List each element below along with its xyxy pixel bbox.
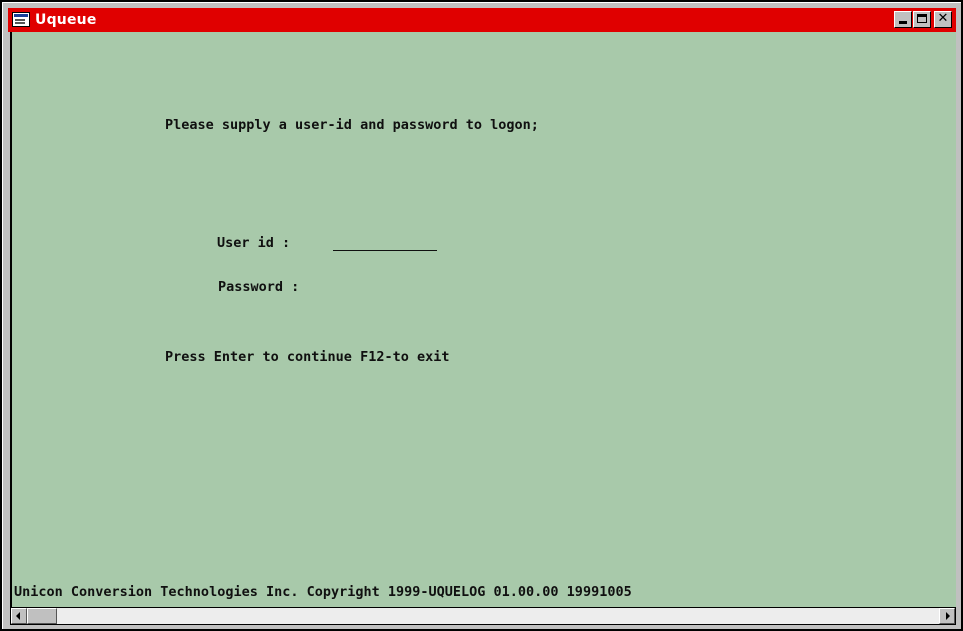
close-button[interactable]: ✕	[934, 11, 952, 28]
scroll-right-button[interactable]	[939, 608, 955, 624]
terminal-screen[interactable]: Please supply a user-id and password to …	[10, 32, 956, 607]
minimize-button[interactable]	[894, 11, 912, 28]
minimize-icon	[899, 21, 907, 24]
horizontal-scrollbar[interactable]	[10, 607, 956, 625]
application-window: Uqueue ✕ Please supply a user-id and pas…	[0, 0, 963, 631]
title-bar[interactable]: Uqueue ✕	[8, 8, 956, 32]
arrow-right-icon	[946, 612, 950, 620]
terminal-app-icon[interactable]	[12, 12, 30, 27]
arrow-left-icon	[16, 612, 20, 620]
close-icon: ✕	[937, 11, 949, 26]
scroll-thumb[interactable]	[27, 608, 57, 624]
user-id-input[interactable]	[333, 234, 437, 251]
window-title: Uqueue	[35, 12, 97, 28]
copyright-text: Unicon Conversion Technologies Inc. Copy…	[14, 584, 632, 600]
instructions-text: Press Enter to continue F12-to exit	[165, 349, 450, 365]
maximize-button[interactable]	[913, 11, 931, 28]
password-label: Password :	[218, 279, 300, 295]
maximize-icon	[917, 14, 927, 23]
logon-prompt: Please supply a user-id and password to …	[165, 117, 539, 133]
scroll-left-button[interactable]	[11, 608, 27, 624]
user-id-label: User id :	[217, 235, 291, 251]
